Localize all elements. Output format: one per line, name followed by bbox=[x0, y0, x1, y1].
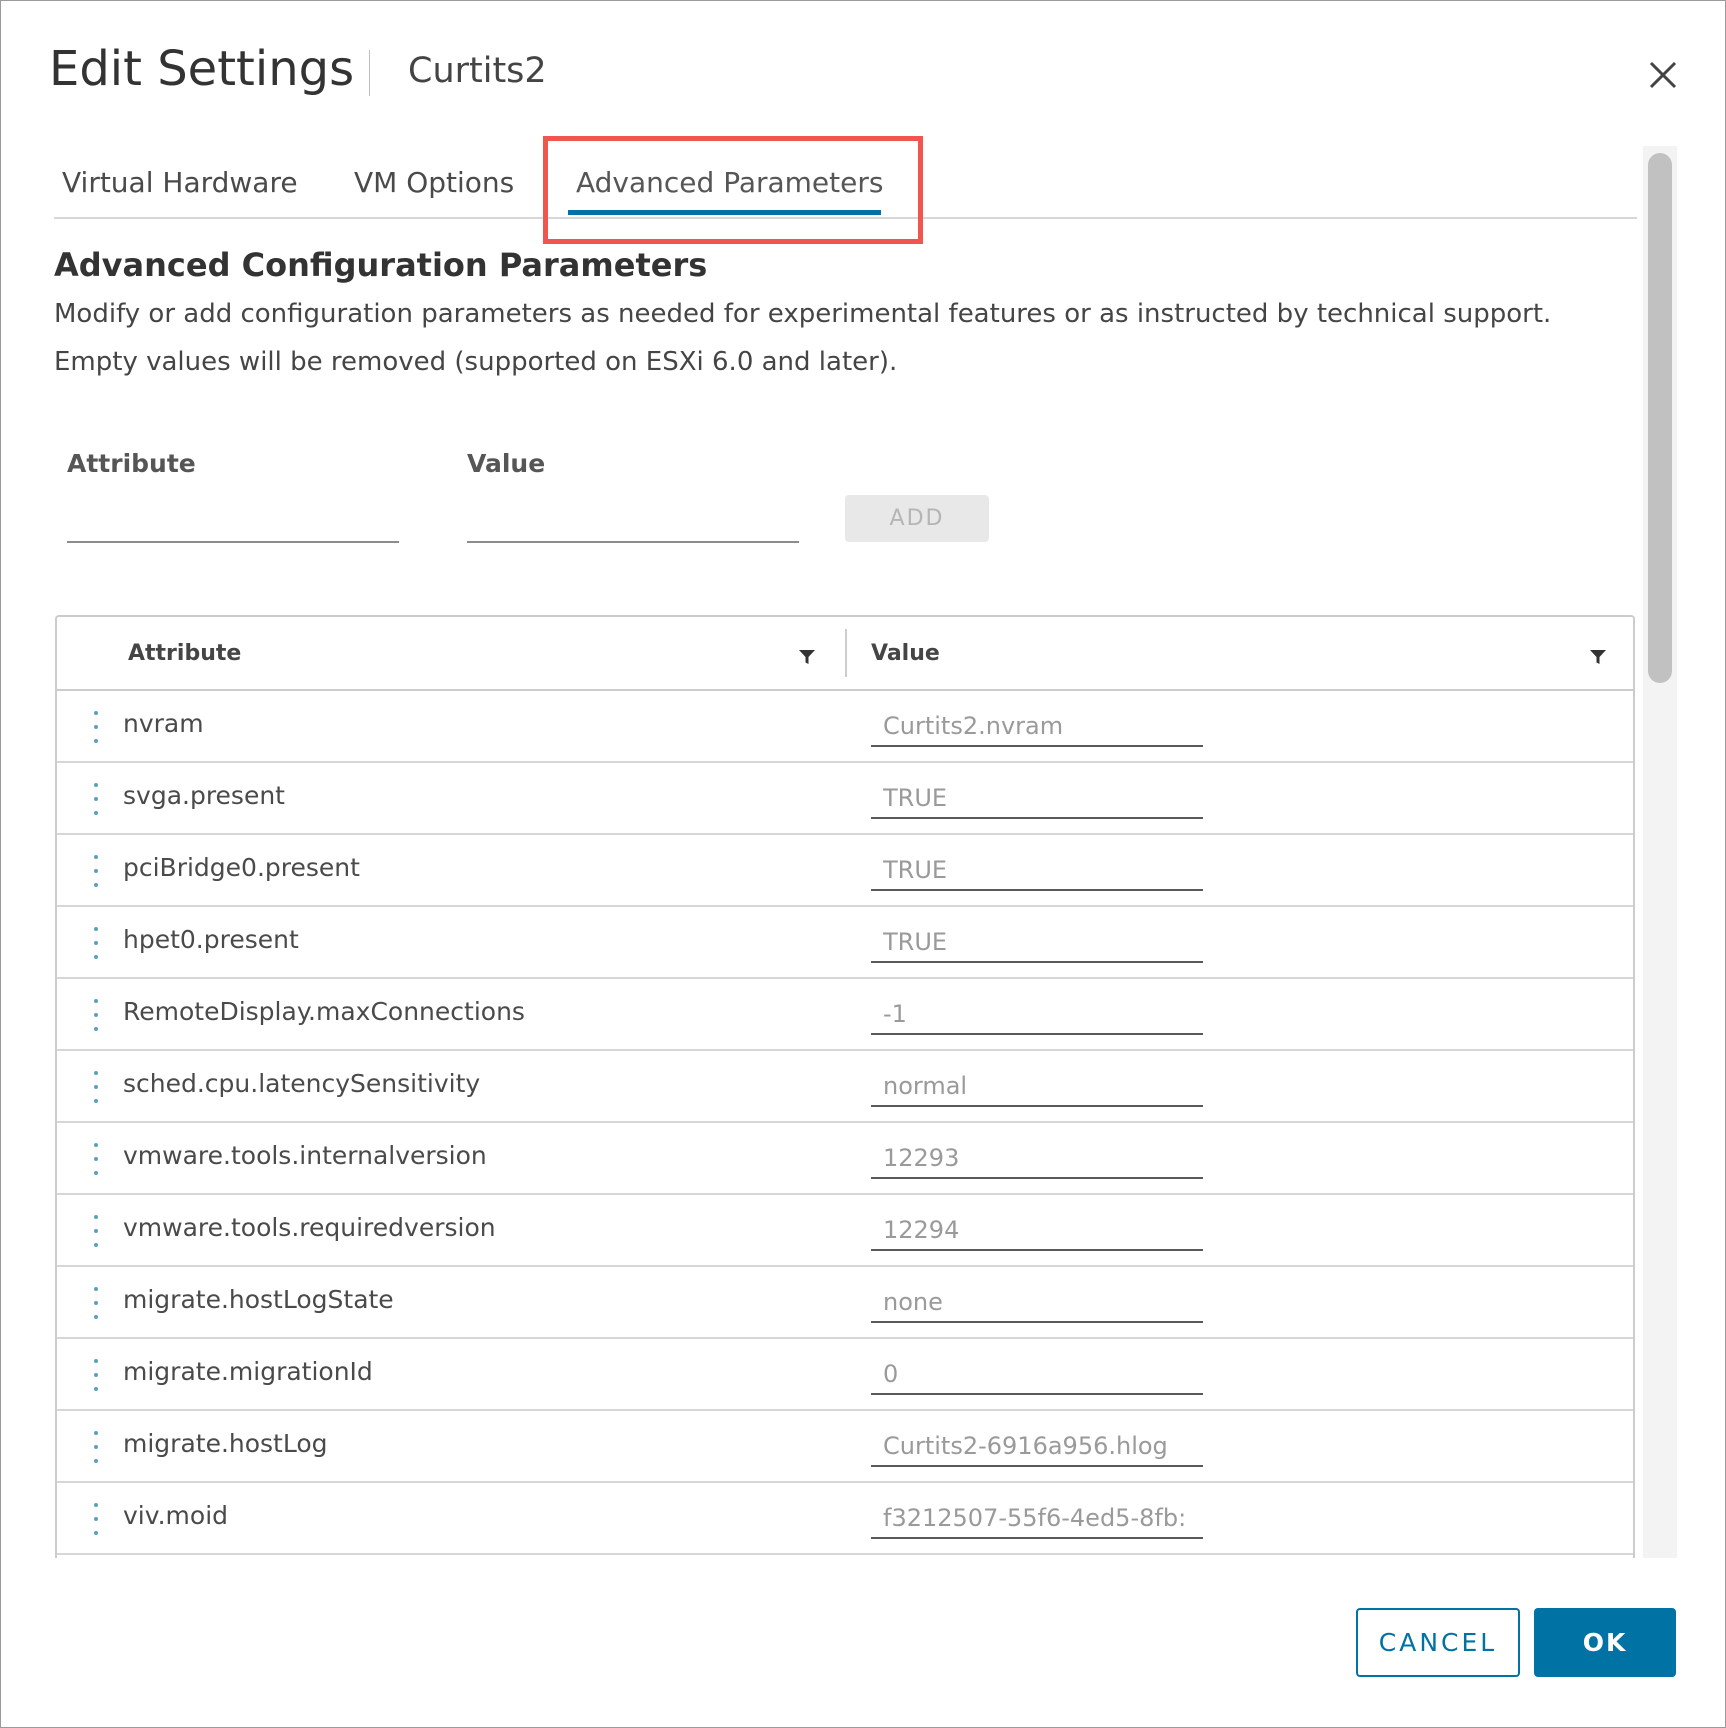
row-actions-icon[interactable] bbox=[91, 1429, 101, 1465]
column-separator[interactable] bbox=[845, 629, 847, 677]
attribute-label: Attribute bbox=[67, 449, 196, 478]
filter-icon[interactable] bbox=[1588, 647, 1608, 667]
row-actions-icon[interactable] bbox=[91, 925, 101, 961]
highlight-annotation bbox=[543, 136, 923, 244]
cancel-button[interactable]: CANCEL bbox=[1356, 1608, 1520, 1677]
row-value-input[interactable] bbox=[871, 1427, 1203, 1467]
row-value-input[interactable] bbox=[871, 923, 1203, 963]
title-divider bbox=[369, 50, 370, 96]
section-description-line-1: Modify or add configuration parameters a… bbox=[54, 299, 1552, 329]
parameters-grid: Attribute Value nvram svga.present pciBrid… bbox=[55, 615, 1635, 1558]
table-row: migrate.hostLog bbox=[57, 1411, 1633, 1483]
row-value-input[interactable] bbox=[871, 1067, 1203, 1107]
table-row: migrate.migrationId bbox=[57, 1339, 1633, 1411]
table-row: hpet0.present bbox=[57, 907, 1633, 979]
close-button[interactable] bbox=[1641, 53, 1685, 97]
column-header-attribute[interactable]: Attribute bbox=[128, 641, 241, 666]
dialog-title: Edit Settings bbox=[49, 41, 355, 97]
table-row: svga.present bbox=[57, 763, 1633, 835]
tab-vm-options[interactable]: VM Options bbox=[354, 166, 514, 199]
tab-virtual-hardware[interactable]: Virtual Hardware bbox=[62, 166, 298, 199]
filter-icon[interactable] bbox=[797, 647, 817, 667]
table-row: vmware.tools.internalversion bbox=[57, 1123, 1633, 1195]
row-actions-icon[interactable] bbox=[91, 781, 101, 817]
row-actions-icon[interactable] bbox=[91, 1501, 101, 1537]
row-attribute: migrate.migrationId bbox=[123, 1357, 373, 1386]
row-value-input[interactable] bbox=[871, 1499, 1203, 1539]
section-description-line-2: Empty values will be removed (supported … bbox=[54, 347, 898, 377]
row-actions-icon[interactable] bbox=[91, 709, 101, 745]
attribute-input[interactable] bbox=[67, 501, 399, 543]
row-actions-icon[interactable] bbox=[91, 1213, 101, 1249]
vm-name: Curtits2 bbox=[408, 51, 547, 91]
row-actions-icon[interactable] bbox=[91, 853, 101, 889]
edit-settings-dialog: Edit Settings Curtits2 Virtual Hardware … bbox=[0, 0, 1726, 1728]
value-input[interactable] bbox=[467, 501, 799, 543]
value-label: Value bbox=[467, 449, 546, 478]
row-attribute: RemoteDisplay.maxConnections bbox=[123, 997, 525, 1026]
row-value-input[interactable] bbox=[871, 1355, 1203, 1395]
table-row: migrate.hostLogState bbox=[57, 1267, 1633, 1339]
ok-button[interactable]: OK bbox=[1534, 1608, 1676, 1677]
row-attribute: migrate.hostLog bbox=[123, 1429, 328, 1458]
row-actions-icon[interactable] bbox=[91, 997, 101, 1033]
row-attribute: nvram bbox=[123, 709, 204, 738]
row-attribute: viv.moid bbox=[123, 1501, 229, 1530]
grid-header: Attribute Value bbox=[57, 617, 1633, 691]
table-row: vmware.tools.requiredversion bbox=[57, 1195, 1633, 1267]
row-value-input[interactable] bbox=[871, 995, 1203, 1035]
row-attribute: sched.cpu.latencySensitivity bbox=[123, 1069, 481, 1098]
close-icon bbox=[1649, 61, 1677, 89]
table-row: sched.cpu.latencySensitivity bbox=[57, 1051, 1633, 1123]
row-actions-icon[interactable] bbox=[91, 1357, 101, 1393]
table-row: nvram bbox=[57, 691, 1633, 763]
row-value-input[interactable] bbox=[871, 707, 1203, 747]
scrollbar-thumb[interactable] bbox=[1648, 153, 1672, 683]
row-attribute: migrate.hostLogState bbox=[123, 1285, 394, 1314]
row-actions-icon[interactable] bbox=[91, 1141, 101, 1177]
section-title: Advanced Configuration Parameters bbox=[54, 246, 708, 284]
row-value-input[interactable] bbox=[871, 779, 1203, 819]
add-button[interactable]: ADD bbox=[845, 495, 989, 542]
row-attribute: vmware.tools.internalversion bbox=[123, 1141, 487, 1170]
row-actions-icon[interactable] bbox=[91, 1069, 101, 1105]
table-row: RemoteDisplay.maxConnections bbox=[57, 979, 1633, 1051]
row-actions-icon[interactable] bbox=[91, 1285, 101, 1321]
row-attribute: svga.present bbox=[123, 781, 285, 810]
row-value-input[interactable] bbox=[871, 1139, 1203, 1179]
table-row: pciBridge0.present bbox=[57, 835, 1633, 907]
row-value-input[interactable] bbox=[871, 851, 1203, 891]
row-attribute: pciBridge0.present bbox=[123, 853, 360, 882]
row-attribute: vmware.tools.requiredversion bbox=[123, 1213, 496, 1242]
row-attribute: hpet0.present bbox=[123, 925, 299, 954]
column-header-value[interactable]: Value bbox=[871, 641, 940, 666]
row-value-input[interactable] bbox=[871, 1211, 1203, 1251]
table-row: viv.moid bbox=[57, 1483, 1633, 1555]
row-value-input[interactable] bbox=[871, 1283, 1203, 1323]
